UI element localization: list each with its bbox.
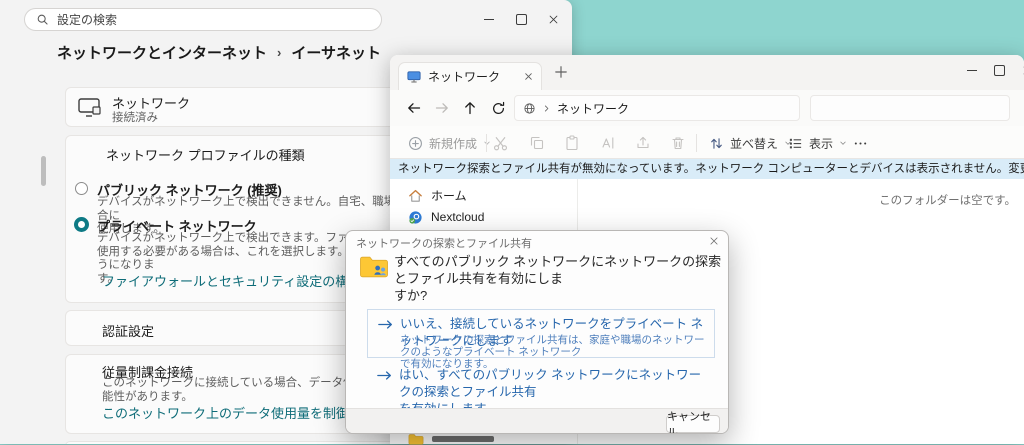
firewall-settings-link[interactable]: ファイアウォールとセキュリティ設定の構成 — [102, 271, 361, 290]
empty-folder-message: このフォルダーは空です。 — [879, 192, 1016, 208]
explorer-tab-network[interactable]: ネットワーク — [398, 62, 542, 90]
sidebar-item-home[interactable]: ホーム — [390, 184, 570, 206]
new-tab-button[interactable] — [554, 65, 568, 79]
view-button[interactable]: 表示 — [782, 131, 853, 155]
nextcloud-icon — [408, 210, 423, 225]
breadcrumb-current: イーサネット — [291, 42, 381, 63]
close-button[interactable] — [1014, 59, 1024, 81]
settings-search-input[interactable]: 設定の検索 — [24, 8, 382, 31]
plus-circle-icon — [408, 136, 423, 151]
refresh-icon — [491, 101, 506, 116]
dialog-heading: すべてのパブリック ネットワークにネットワークの探索とファイル共有を有効にしま … — [394, 253, 722, 304]
minimize-button[interactable] — [958, 59, 985, 81]
dialog-title: ネットワークの探索とファイル共有 — [356, 235, 532, 251]
arrow-up-icon — [462, 100, 478, 116]
cancel-button[interactable]: キャンセル — [666, 415, 720, 433]
back-button[interactable] — [402, 96, 426, 120]
view-list-icon — [788, 136, 803, 151]
network-card-status: 接続済み — [112, 109, 158, 125]
network-discovery-infobar[interactable]: ネットワーク探索とファイル共有が無効になっています。ネットワーク コンピューター… — [390, 159, 1024, 179]
cut-icon — [492, 135, 509, 152]
toolbar-divider — [696, 134, 697, 152]
option-yes-button[interactable]: はい、すべてのパブリック ネットワークにネットワークの探索とファイル共有 を有効… — [367, 365, 715, 405]
toolbar-divider — [486, 134, 487, 152]
sidebar-item-nextcloud[interactable]: Nextcloud — [390, 206, 570, 228]
maximize-icon — [516, 14, 527, 25]
maximize-icon — [994, 65, 1005, 76]
sidebar-item-folder-partial[interactable] — [408, 433, 494, 445]
refresh-button[interactable] — [486, 96, 510, 120]
explorer-window-controls — [958, 59, 1024, 81]
close-button[interactable] — [538, 8, 568, 30]
arrow-right-icon — [377, 370, 392, 381]
explorer-tab-bar: ネットワーク — [390, 55, 1024, 90]
profile-section-header: ネットワーク プロファイルの種類 — [106, 145, 305, 164]
breadcrumb-separator-icon: › — [277, 45, 281, 60]
sidebar-item-label: Nextcloud — [431, 210, 484, 224]
tab-title: ネットワーク — [428, 68, 517, 85]
view-label: 表示 — [809, 135, 833, 152]
public-network-radio[interactable] — [75, 182, 88, 195]
explorer-address-row: ネットワーク — [390, 90, 1024, 126]
breadcrumb: ネットワークとインターネット › イーサネット — [57, 42, 381, 63]
close-icon — [524, 72, 533, 81]
forward-button[interactable] — [430, 96, 454, 120]
private-network-radio[interactable] — [74, 217, 89, 232]
folder-label-partial — [432, 436, 494, 442]
chevron-right-icon — [542, 104, 551, 113]
minimize-button[interactable] — [474, 8, 504, 30]
minimize-icon — [967, 70, 977, 71]
maximize-button[interactable] — [506, 8, 536, 30]
dialog-close-button[interactable] — [709, 236, 719, 246]
maximize-button[interactable] — [986, 59, 1013, 81]
option-no-button[interactable]: いいえ、接続しているネットワークをプライベート ネットワークにします ネットワー… — [367, 309, 715, 358]
up-button[interactable] — [458, 96, 482, 120]
paste-button[interactable] — [560, 131, 584, 155]
cut-button[interactable] — [488, 131, 512, 155]
sidebar-item-label: ホーム — [431, 187, 467, 204]
explorer-search-input[interactable] — [810, 95, 1010, 121]
auth-settings-header: 認証設定 — [102, 321, 154, 340]
share-icon — [635, 135, 651, 151]
sort-arrows-icon — [709, 136, 724, 151]
arrow-right-icon — [434, 100, 450, 116]
paste-icon — [564, 135, 580, 151]
share-button[interactable] — [631, 131, 655, 155]
ellipsis-icon — [853, 136, 868, 151]
more-options-button[interactable] — [848, 131, 872, 155]
minimize-icon — [484, 19, 494, 20]
chevron-down-icon — [839, 139, 847, 147]
copy-icon — [529, 135, 545, 151]
settings-nav-scrollbar[interactable] — [41, 156, 46, 186]
sort-label: 並べ替え — [730, 135, 778, 152]
search-icon — [36, 13, 49, 26]
new-item-label: 新規作成 — [429, 135, 477, 152]
ethernet-icon — [78, 98, 102, 118]
folder-icon — [408, 433, 424, 445]
copy-button[interactable] — [525, 131, 549, 155]
explorer-toolbar: 新規作成 並べ替え 表示 — [390, 126, 1024, 159]
plus-icon — [554, 65, 568, 79]
network-drive-icon — [407, 70, 421, 84]
rename-button[interactable] — [596, 131, 620, 155]
close-icon — [709, 236, 719, 246]
address-path-segment[interactable]: ネットワーク — [557, 100, 629, 117]
settings-search-placeholder: 設定の検索 — [57, 11, 117, 28]
trash-icon — [670, 135, 686, 151]
network-location-icon — [523, 102, 536, 115]
delete-button[interactable] — [666, 131, 690, 155]
settings-window-controls — [474, 8, 568, 30]
home-icon — [408, 188, 423, 203]
network-discovery-dialog: ネットワークの探索とファイル共有 すべてのパブリック ネットワークにネットワーク… — [345, 230, 729, 434]
shared-folder-icon — [359, 255, 389, 280]
arrow-right-icon — [378, 319, 393, 330]
breadcrumb-parent[interactable]: ネットワークとインターネット — [57, 42, 267, 63]
arrow-left-icon — [406, 100, 422, 116]
new-item-button[interactable]: 新規作成 — [400, 131, 499, 155]
close-icon — [548, 14, 559, 25]
rename-icon — [600, 135, 616, 151]
address-bar[interactable]: ネットワーク — [514, 95, 800, 121]
tab-close-button[interactable] — [524, 72, 533, 81]
